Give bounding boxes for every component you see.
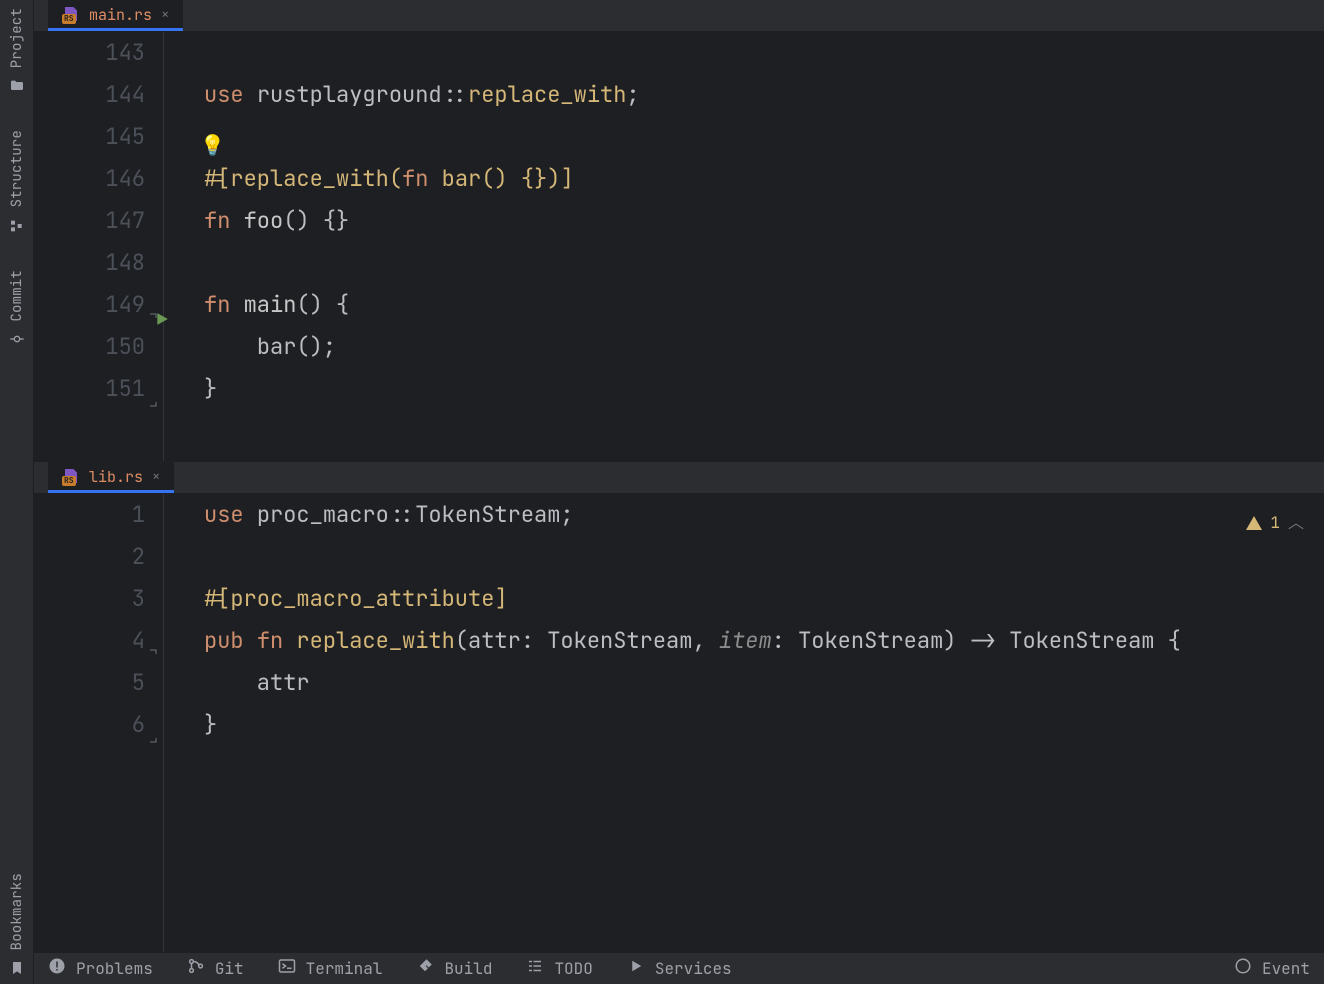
code-line[interactable]: #[replace_with(fn bar() {})]: [204, 158, 1324, 200]
status-label: TODO: [554, 958, 592, 979]
editor-bottom[interactable]: 123456 1 ︿ use proc_macro::TokenStream;#…: [34, 494, 1324, 952]
gutter-bottom: 123456: [34, 494, 164, 952]
line-number: 1: [34, 494, 145, 536]
fold-open-icon[interactable]: [149, 298, 159, 340]
rail-label: Commit: [8, 270, 26, 322]
terminal-icon: [278, 957, 296, 980]
rail-label: Structure: [8, 130, 26, 207]
build-icon: [416, 957, 434, 980]
structure-icon: [9, 218, 25, 234]
line-number: 3: [34, 578, 145, 620]
code-line[interactable]: [204, 242, 1324, 284]
code-top[interactable]: use rustplayground::replace_with;#[repla…: [164, 32, 1324, 462]
folder-icon: [9, 78, 25, 94]
app-root: Project Structure Commit Bookmarks RS main…: [0, 0, 1324, 984]
line-number: 144: [34, 74, 145, 116]
status-problems[interactable]: Problems: [48, 957, 153, 980]
rail-label: Project: [8, 8, 26, 68]
status-git[interactable]: Git: [187, 957, 244, 980]
line-number: 143: [34, 32, 145, 74]
status-label: Services: [655, 958, 732, 979]
editor-top[interactable]: 143144145146147148149150151 use rustplay…: [34, 32, 1324, 462]
tab-bar-bottom: RS lib.rs ×: [34, 462, 1324, 494]
code-line[interactable]: [204, 116, 1324, 158]
code-line[interactable]: fn foo() {}: [204, 200, 1324, 242]
status-todo[interactable]: TODO: [526, 957, 592, 980]
line-number: 5: [34, 662, 145, 704]
line-number: 146: [34, 158, 145, 200]
tab-bar-top: RS main.rs ×: [34, 0, 1324, 32]
code-line[interactable]: attr: [204, 662, 1324, 704]
status-label: Terminal: [306, 958, 383, 979]
code-line[interactable]: [204, 32, 1324, 74]
rust-file-icon: RS: [62, 469, 80, 485]
code-line[interactable]: [204, 536, 1324, 578]
code-line[interactable]: use rustplayground::replace_with;: [204, 74, 1324, 116]
gutter-top: 143144145146147148149150151: [34, 32, 164, 462]
tab-label: lib.rs: [89, 467, 143, 487]
rail-bookmarks[interactable]: Bookmarks: [8, 873, 26, 976]
line-number: 6: [34, 704, 145, 746]
code-line[interactable]: }: [204, 368, 1324, 410]
status-label: Build: [444, 958, 492, 979]
status-build[interactable]: Build: [416, 957, 492, 980]
bookmark-icon: [9, 960, 25, 976]
tab-label: main.rs: [89, 5, 152, 25]
status-label: Event: [1262, 958, 1310, 979]
rust-file-icon: RS: [62, 7, 80, 23]
rail-structure[interactable]: Structure: [8, 130, 26, 233]
code-line[interactable]: }: [204, 704, 1324, 746]
services-icon: [627, 957, 645, 980]
code-line[interactable]: #[proc_macro_attribute]: [204, 578, 1324, 620]
warning-icon: [1246, 516, 1262, 530]
status-event[interactable]: Event: [1234, 957, 1310, 980]
status-terminal[interactable]: Terminal: [278, 957, 383, 980]
chevron-up-icon[interactable]: ︿: [1288, 502, 1304, 544]
fold-close-icon[interactable]: [149, 718, 159, 760]
fold-close-icon[interactable]: [149, 382, 159, 424]
rail-project[interactable]: Project: [8, 8, 26, 94]
line-number: 149: [34, 284, 145, 326]
line-number: 2: [34, 536, 145, 578]
status-label: Problems: [76, 958, 153, 979]
code-line[interactable]: use proc_macro::TokenStream;: [204, 494, 1324, 536]
line-number: 148: [34, 242, 145, 284]
code-line[interactable]: bar();: [204, 326, 1324, 368]
commit-icon: [9, 331, 25, 347]
rail-commit[interactable]: Commit: [8, 270, 26, 348]
line-number: 145: [34, 116, 145, 158]
code-bottom[interactable]: 1 ︿ use proc_macro::TokenStream;#[proc_m…: [164, 494, 1324, 952]
inspection-widget[interactable]: 1 ︿: [1246, 502, 1304, 544]
left-tool-rail: Project Structure Commit Bookmarks: [0, 0, 34, 984]
rail-label: Bookmarks: [8, 873, 26, 950]
line-number: 147: [34, 200, 145, 242]
line-number: 150: [34, 326, 145, 368]
editor-area: RS main.rs × 143144145146147148149150151…: [34, 0, 1324, 984]
code-line[interactable]: pub fn replace_with(attr: TokenStream, i…: [204, 620, 1324, 662]
fold-open-icon[interactable]: [149, 634, 159, 676]
git-icon: [187, 957, 205, 980]
status-label: Git: [215, 958, 244, 979]
line-number: 151: [34, 368, 145, 410]
line-number: 4: [34, 620, 145, 662]
problems-icon: [48, 957, 66, 980]
status-services[interactable]: Services: [627, 957, 732, 980]
todo-icon: [526, 957, 544, 980]
intention-bulb-icon[interactable]: 💡: [200, 124, 225, 166]
status-bar: Problems Git Terminal Build TODO Services Eve…: [34, 952, 1324, 984]
close-icon[interactable]: ×: [152, 468, 160, 486]
code-line[interactable]: fn main() {: [204, 284, 1324, 326]
event-icon: [1234, 957, 1252, 980]
close-icon[interactable]: ×: [161, 6, 169, 24]
warning-count: 1: [1270, 502, 1280, 544]
tab-main-rs[interactable]: RS main.rs ×: [48, 0, 183, 31]
tab-lib-rs[interactable]: RS lib.rs ×: [48, 461, 174, 493]
